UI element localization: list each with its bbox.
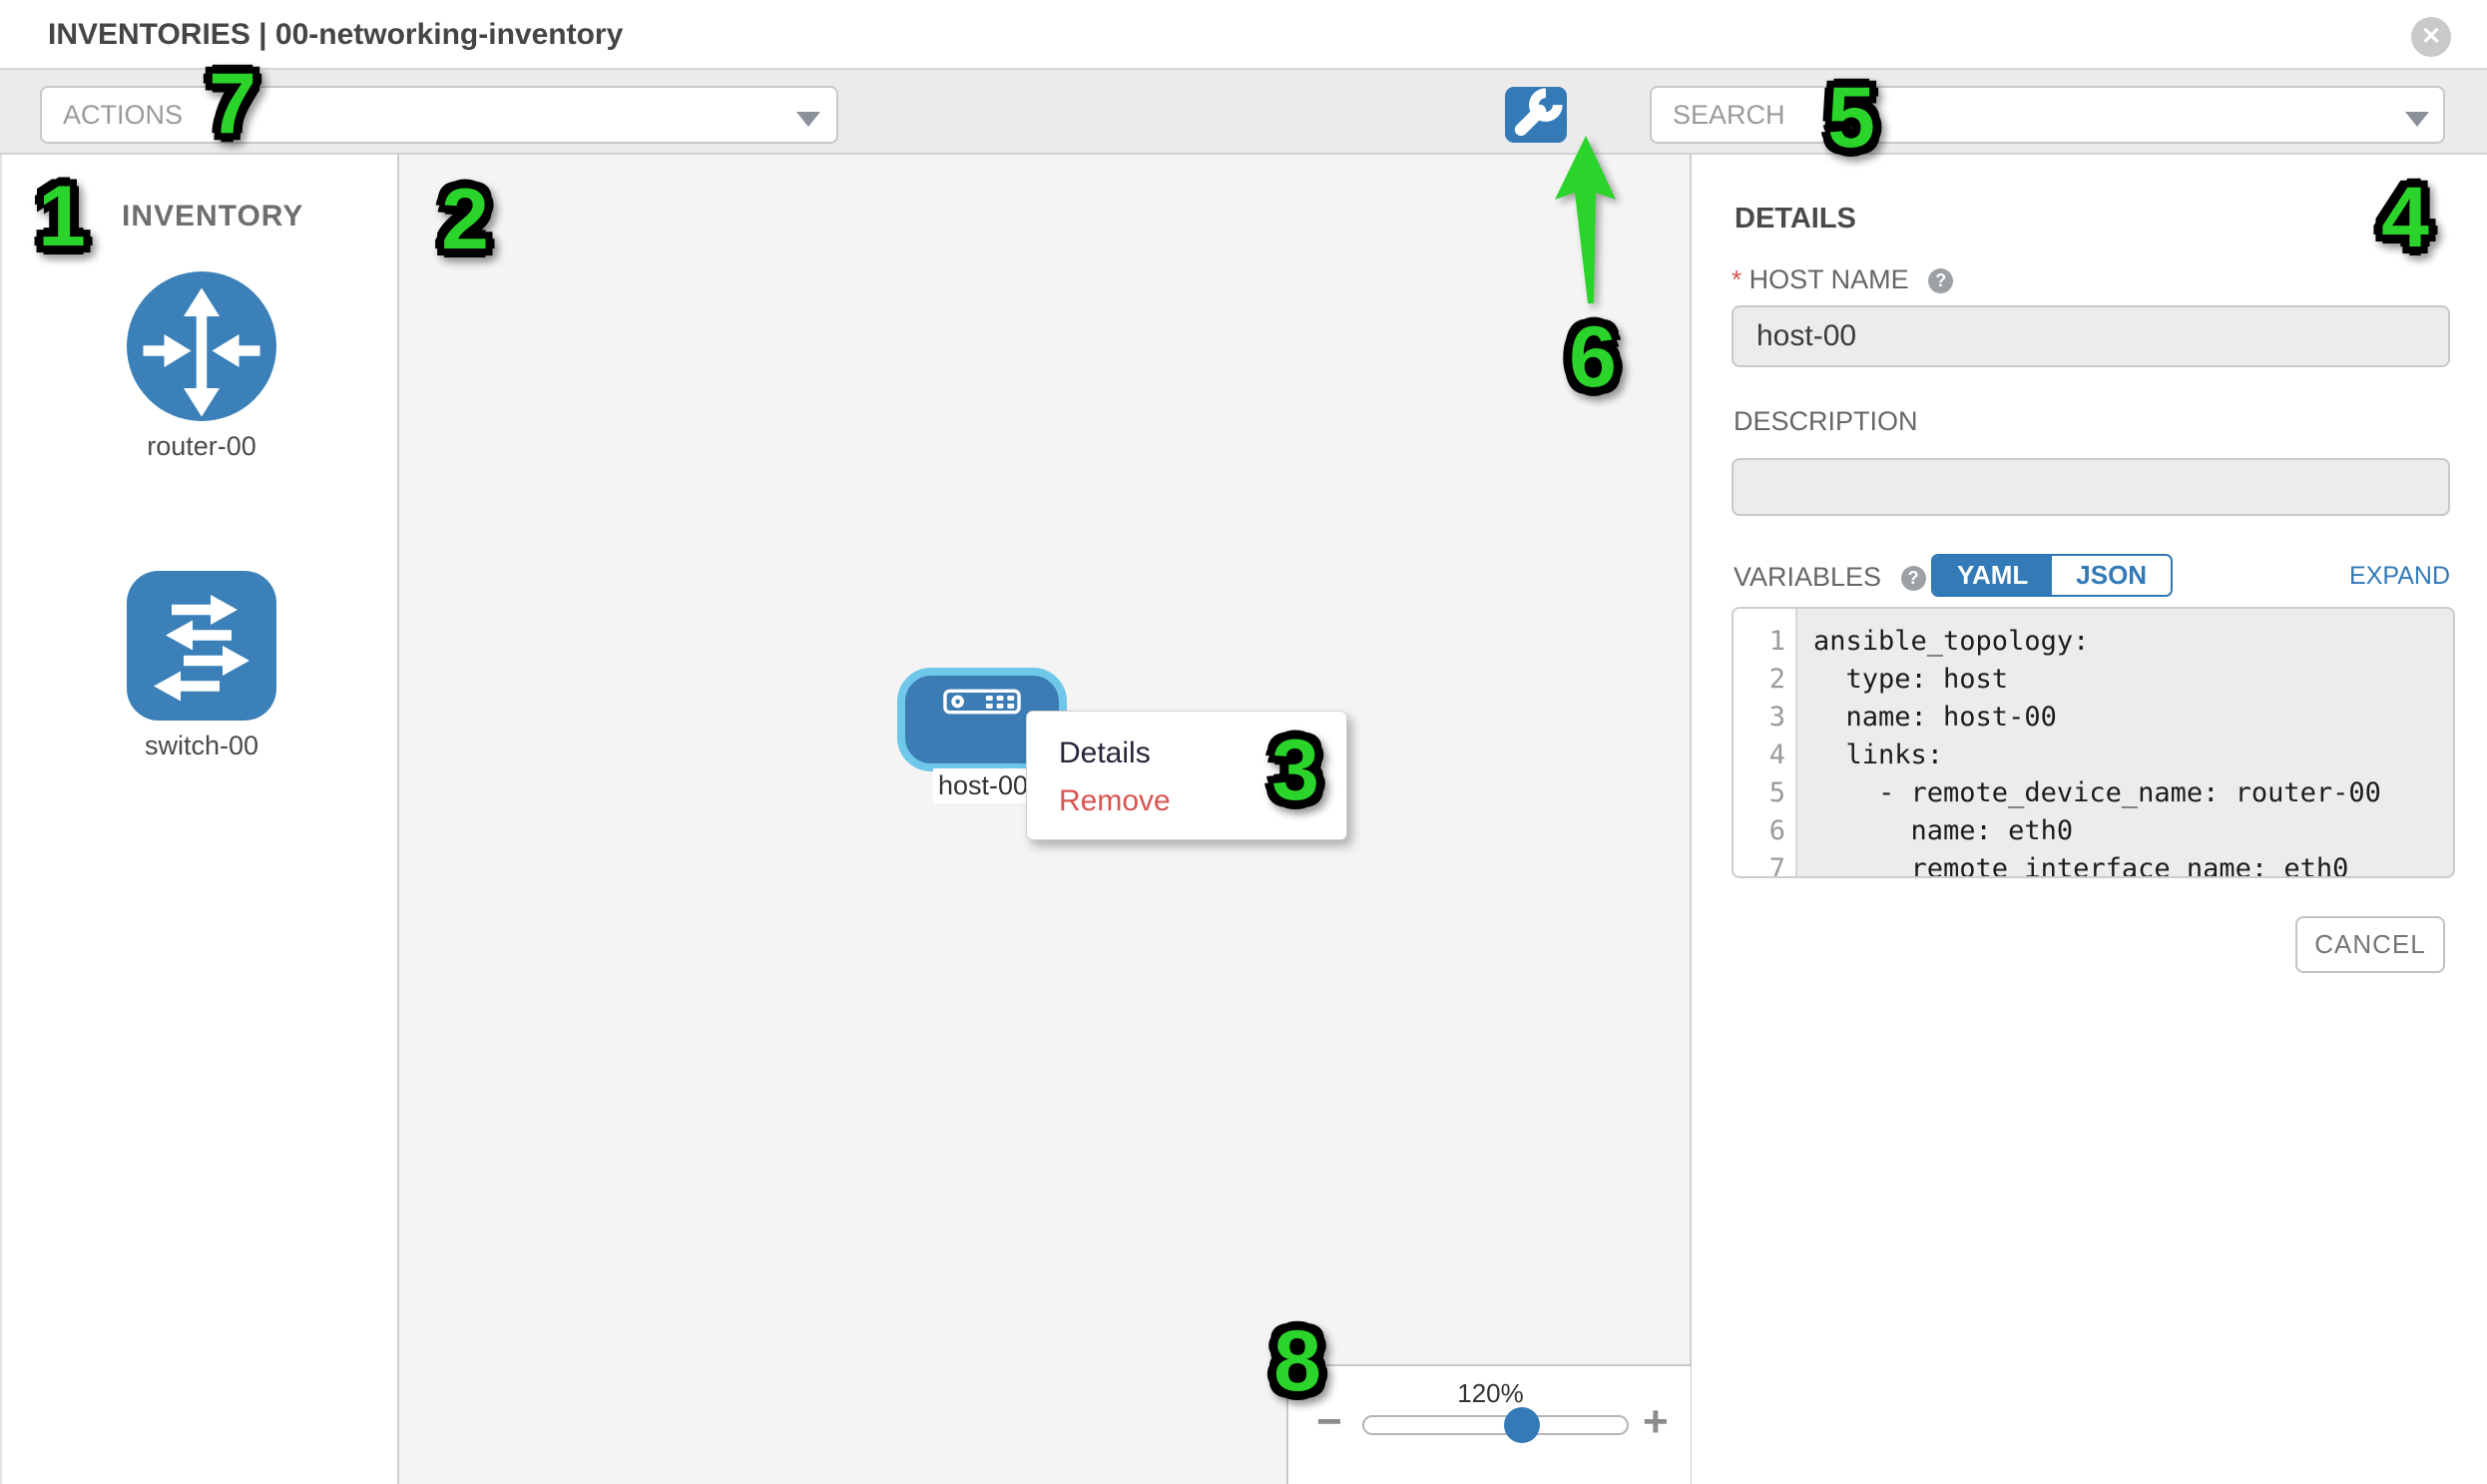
sidebar-item-switch[interactable]: switch-00 xyxy=(2,571,401,761)
chevron-down-icon xyxy=(796,112,820,127)
code-line: 4 links: xyxy=(1734,736,2453,773)
toggle-json[interactable]: JSON xyxy=(2052,556,2171,595)
format-toggle: YAML JSON xyxy=(1931,554,2173,597)
search-dropdown-label: SEARCH xyxy=(1673,100,1785,130)
host-icon xyxy=(943,689,1021,715)
close-icon[interactable]: ✕ xyxy=(2411,17,2451,57)
inventory-topology-window: INVENTORIES | 00-networking-inventory ✕ … xyxy=(0,0,2487,1484)
sidebar-title: INVENTORY xyxy=(122,200,303,234)
description-field[interactable] xyxy=(1732,458,2450,516)
inventory-sidebar: INVENTORY router-00 xyxy=(0,155,399,1484)
help-icon[interactable]: ? xyxy=(1901,566,1926,591)
wrench-icon xyxy=(1505,87,1567,143)
variables-label: VARIABLES ? xyxy=(1734,562,1926,593)
router-icon xyxy=(127,271,276,421)
switch-icon xyxy=(127,571,276,721)
menu-item-details[interactable]: Details xyxy=(1059,730,1346,777)
zoom-out-button[interactable]: − xyxy=(1316,1400,1342,1444)
menu-item-remove[interactable]: Remove xyxy=(1059,777,1346,825)
page-title: INVENTORIES | 00-networking-inventory xyxy=(48,0,623,70)
code-line: 7 remote_interface_name: eth0 xyxy=(1734,849,2453,878)
host-node-label: host-00 xyxy=(933,768,1033,803)
chevron-down-icon xyxy=(2405,112,2429,127)
code-line: 5 - remote_device_name: router-00 xyxy=(1734,773,2453,811)
host-name-label: * HOST NAME ? xyxy=(1732,264,1953,295)
toolbar: ACTIONS SEARCH xyxy=(0,70,2487,155)
device-label: switch-00 xyxy=(2,731,401,761)
help-icon[interactable]: ? xyxy=(1928,268,1953,293)
expand-link[interactable]: EXPAND xyxy=(2349,562,2450,591)
zoom-slider-track[interactable] xyxy=(1362,1415,1629,1435)
toggle-yaml[interactable]: YAML xyxy=(1933,556,2052,595)
host-name-field[interactable]: host-00 xyxy=(1732,305,2450,367)
zoom-level: 120% xyxy=(1288,1378,1693,1409)
zoom-widget: 120% − + xyxy=(1286,1364,1691,1484)
variables-editor[interactable]: 1ansible_topology: 2 type: host 3 name: … xyxy=(1732,607,2455,878)
sidebar-item-router[interactable]: router-00 xyxy=(2,271,401,462)
code-line: 3 name: host-00 xyxy=(1734,698,2453,736)
code-line: 1ansible_topology: xyxy=(1734,622,2453,660)
zoom-in-button[interactable]: + xyxy=(1643,1400,1669,1444)
tools-button[interactable] xyxy=(1505,87,1567,143)
zoom-slider-knob[interactable] xyxy=(1504,1407,1540,1443)
header-bar: INVENTORIES | 00-networking-inventory ✕ xyxy=(0,0,2487,70)
context-menu: Details Remove xyxy=(1026,711,1347,840)
actions-dropdown-label: ACTIONS xyxy=(63,100,183,130)
search-dropdown[interactable]: SEARCH xyxy=(1650,86,2445,144)
required-marker: * xyxy=(1732,264,1741,294)
topology-canvas[interactable]: host-00 Details Remove 120% − + xyxy=(399,155,1692,1484)
details-panel: DETAILS * HOST NAME ? host-00 DESCRIPTIO… xyxy=(1694,155,2487,1484)
code-line: 2 type: host xyxy=(1734,660,2453,698)
cancel-button[interactable]: CANCEL xyxy=(2295,916,2445,973)
code-line: 6 name: eth0 xyxy=(1734,811,2453,849)
description-label: DESCRIPTION xyxy=(1734,406,1918,437)
actions-dropdown[interactable]: ACTIONS xyxy=(40,86,838,144)
device-label: router-00 xyxy=(2,431,401,462)
details-panel-title: DETAILS xyxy=(1735,203,1856,236)
